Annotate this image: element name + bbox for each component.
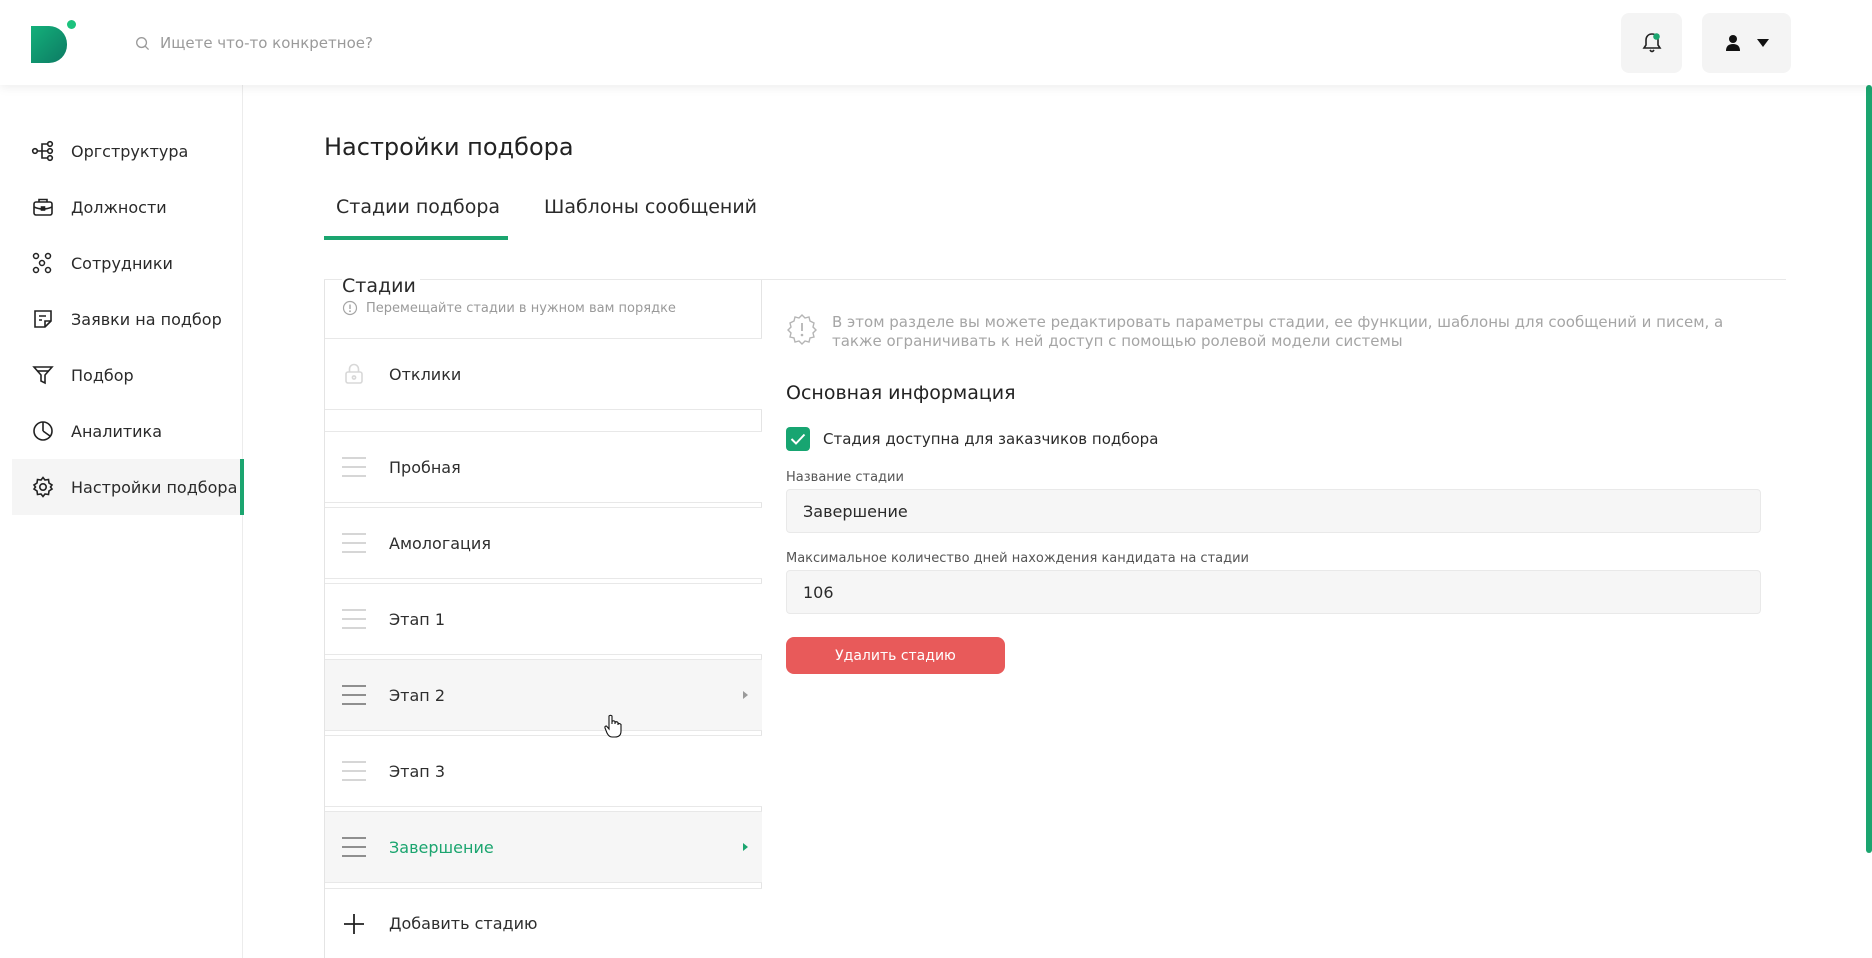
stages-title: Стадии [342, 275, 420, 297]
sidebar-item-label: Аналитика [71, 421, 163, 441]
stage-item-responses[interactable]: Отклики [325, 338, 762, 410]
sidebar-item-label: Сотрудники [71, 253, 173, 273]
drag-handle-icon[interactable] [342, 761, 366, 781]
tab-recruiting-stages[interactable]: Стадии подбора [324, 196, 508, 240]
section-title: Основная информация [786, 382, 1016, 404]
funnel-icon [31, 363, 55, 387]
bell-icon [1642, 33, 1661, 53]
notifications-button[interactable] [1621, 13, 1682, 73]
pie-chart-icon [31, 419, 55, 443]
search-icon [136, 36, 150, 50]
stage-name-label: Название стадии [786, 470, 904, 485]
app-logo[interactable] [31, 20, 76, 63]
sidebar-item-analytics[interactable]: Аналитика [12, 403, 243, 459]
stage-item-trial[interactable]: Пробная [325, 431, 762, 503]
chevron-right-icon [743, 691, 748, 699]
info-text: В этом разделе вы можете редактировать п… [832, 313, 1724, 350]
top-header [0, 0, 1872, 85]
info-icon [342, 300, 358, 316]
page-title: Настройки подбора [324, 133, 574, 161]
sidebar-item-label: Оргструктура [71, 141, 189, 161]
sidebar-item-recruiting[interactable]: Подбор [12, 347, 243, 403]
chevron-down-icon [1756, 39, 1769, 47]
stage-label: Амологация [389, 533, 491, 553]
customer-access-toggle[interactable]: Стадия доступна для заказчиков подбора [786, 427, 1158, 451]
stage-label: Этап 1 [389, 609, 446, 629]
drag-handle-icon[interactable] [342, 609, 366, 629]
stage-label: Этап 2 [389, 685, 446, 705]
people-icon [31, 251, 55, 275]
lock-icon [345, 363, 363, 384]
stage-item-step-2[interactable]: Этап 2 [325, 659, 762, 731]
sidebar-item-org-structure[interactable]: Оргструктура [12, 123, 243, 179]
user-icon [1725, 35, 1740, 51]
search-bar [135, 30, 520, 56]
briefcase-icon [31, 195, 55, 219]
customer-access-label: Стадия доступна для заказчиков подбора [823, 430, 1159, 448]
delete-stage-button[interactable]: Удалить стадию [786, 637, 1005, 674]
max-days-input[interactable] [786, 570, 1761, 614]
tab-message-templates[interactable]: Шаблоны сообщений [544, 196, 757, 240]
add-stage-label: Добавить стадию [389, 914, 538, 933]
stages-hint-text: Перемещайте стадии в нужном вам порядке [366, 300, 676, 316]
sidebar-item-label: Заявки на подбор [71, 309, 222, 329]
sidebar-item-label: Настройки подбора [71, 477, 238, 497]
request-doc-icon [31, 307, 55, 331]
hand-cursor-icon [604, 714, 622, 738]
drag-handle-icon[interactable] [342, 457, 366, 477]
stage-label: Пробная [389, 457, 461, 477]
sidebar-item-recruiting-settings[interactable]: Настройки подбора [12, 459, 244, 515]
max-days-label: Максимальное количество дней нахождения … [786, 551, 1249, 566]
warning-badge-icon [787, 314, 817, 345]
sidebar-item-employees[interactable]: Сотрудники [12, 235, 243, 291]
stage-item-completion[interactable]: Завершение [325, 811, 762, 883]
sidebar-item-hiring-requests[interactable]: Заявки на подбор [12, 291, 243, 347]
page-scrollbar[interactable] [1866, 85, 1872, 853]
stage-item-step-1[interactable]: Этап 1 [325, 583, 762, 655]
user-menu-button[interactable] [1702, 13, 1791, 73]
stages-hint: Перемещайте стадии в нужном вам порядке [342, 300, 676, 316]
add-stage-button[interactable]: Добавить стадию [325, 888, 762, 958]
sidebar: Оргструктура Должности Сотрудники Заявки… [0, 85, 244, 958]
gear-icon [31, 475, 55, 499]
sidebar-item-label: Подбор [71, 365, 134, 385]
stage-name-input[interactable] [786, 489, 1761, 533]
chevron-right-icon [743, 843, 748, 851]
customer-access-checkbox[interactable] [786, 427, 810, 451]
info-notice: В этом разделе вы можете редактировать п… [786, 313, 1776, 351]
drag-handle-icon[interactable] [342, 837, 366, 857]
search-input[interactable] [160, 34, 520, 52]
stage-item-step-3[interactable]: Этап 3 [325, 735, 762, 807]
sidebar-item-positions[interactable]: Должности [12, 179, 243, 235]
stage-label: Отклики [389, 364, 462, 384]
drag-handle-icon[interactable] [342, 533, 366, 553]
drag-handle-icon[interactable] [342, 685, 366, 705]
org-structure-icon [31, 139, 55, 163]
sidebar-item-label: Должности [71, 197, 167, 217]
stage-label: Завершение [389, 837, 494, 857]
stage-item-homologation[interactable]: Амологация [325, 507, 762, 579]
stage-label: Этап 3 [389, 761, 446, 781]
checkmark-icon [790, 433, 806, 445]
stages-panel: Стадии Перемещайте стадии в нужном вам п… [324, 275, 762, 958]
plus-icon [344, 913, 364, 934]
